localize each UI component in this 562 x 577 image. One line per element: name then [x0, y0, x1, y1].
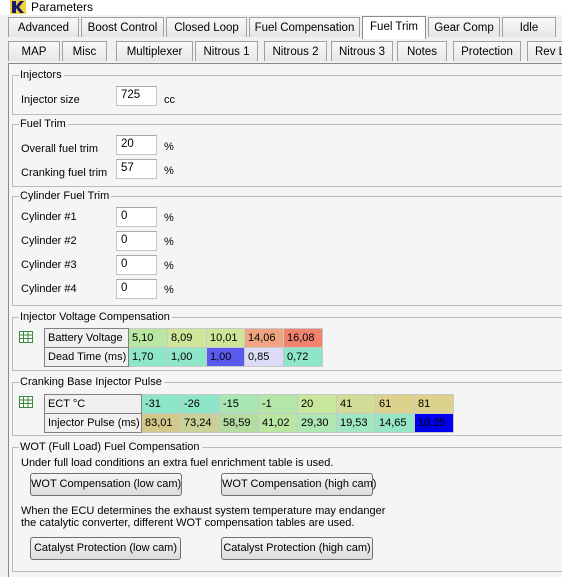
table-cell[interactable]: 10,25 [414, 413, 454, 433]
cranking-pulse-group-title: Cranking Base Injector Pulse [19, 376, 164, 388]
table-cell[interactable]: 20 [297, 394, 337, 414]
cranking-pulse-table: ECT °C -31 -26 -15 -1 20 41 61 81 Inject… [44, 394, 454, 433]
table-cell[interactable]: 1,70 [128, 347, 168, 367]
table-cell[interactable]: -1 [258, 394, 298, 414]
table-cell[interactable]: 58,59 [219, 413, 259, 433]
table-cell[interactable]: -15 [219, 394, 259, 414]
table-row: Injector Pulse (ms) 83,01 73,24 58,59 41… [44, 413, 454, 433]
tab-multiplexer[interactable]: Multiplexer [116, 41, 193, 61]
voltage-comp-table: Battery Voltage 5,10 8,09 10,01 14,06 16… [44, 328, 323, 367]
tab-advanced[interactable]: Advanced [8, 17, 79, 37]
cylinder-2-unit: % [164, 236, 174, 248]
cylinder-4-label: Cylinder #4 [21, 283, 77, 295]
catalyst-high-cam-button[interactable]: Catalyst Protection (high cam) [221, 537, 373, 560]
table-cell[interactable]: 83,01 [141, 413, 181, 433]
cranking-fuel-trim-input[interactable]: 57 [116, 159, 157, 179]
tab-closed-loop[interactable]: Closed Loop [166, 17, 247, 37]
table-cell[interactable]: 14,06 [244, 328, 284, 348]
overall-fuel-trim-label: Overall fuel trim [21, 143, 99, 155]
dead-time-header: Dead Time (ms) [44, 347, 129, 367]
window-title: Parameters [31, 0, 94, 14]
table-cell[interactable]: 16,08 [283, 328, 323, 348]
cylinder-3-label: Cylinder #3 [21, 259, 77, 271]
table-cell[interactable]: 61 [375, 394, 415, 414]
injector-pulse-header: Injector Pulse (ms) [44, 413, 142, 433]
wot-compensation-group-title: WOT (Full Load) Fuel Compensation [19, 441, 202, 453]
table-cell[interactable]: 73,24 [180, 413, 220, 433]
tab-gear-comp[interactable]: Gear Comp [428, 17, 500, 37]
table-cell[interactable]: 0,72 [283, 347, 323, 367]
injector-size-label: Injector size [21, 94, 80, 106]
table-row: Battery Voltage 5,10 8,09 10,01 14,06 16… [44, 328, 323, 348]
table-cell[interactable]: -26 [180, 394, 220, 414]
table-cell[interactable]: 1,00 [206, 347, 245, 367]
tab-misc[interactable]: Misc [62, 41, 107, 61]
cylinder-2-label: Cylinder #2 [21, 235, 77, 247]
tab-rev-limit[interactable]: Rev L [527, 41, 562, 61]
table-cell[interactable]: 10,01 [206, 328, 245, 348]
table-edit-icon[interactable] [19, 331, 33, 343]
table-cell[interactable]: 19,53 [336, 413, 376, 433]
tab-notes[interactable]: Notes [397, 41, 447, 61]
cylinder-1-unit: % [164, 212, 174, 224]
tab-nitrous-2[interactable]: Nitrous 2 [264, 41, 327, 61]
cranking-fuel-trim-label: Cranking fuel trim [21, 167, 108, 179]
table-row: ECT °C -31 -26 -15 -1 20 41 61 81 [44, 394, 454, 414]
overall-fuel-trim-unit: % [164, 141, 174, 153]
fuel-trim-group-title: Fuel Trim [19, 118, 68, 130]
ect-header: ECT °C [44, 394, 142, 414]
table-cell[interactable]: 14,65 [375, 413, 415, 433]
cylinder-1-input[interactable]: 0 [116, 207, 157, 227]
table-cell[interactable]: 41,02 [258, 413, 298, 433]
tab-idle[interactable]: Idle [502, 17, 556, 37]
overall-fuel-trim-input[interactable]: 20 [116, 135, 157, 155]
cylinder-3-unit: % [164, 260, 174, 272]
wot-low-cam-button[interactable]: WOT Compensation (low cam) [30, 473, 182, 496]
cylinder-1-label: Cylinder #1 [21, 211, 77, 223]
tab-fuel-trim[interactable]: Fuel Trim [362, 16, 426, 39]
cylinder-4-input[interactable]: 0 [116, 279, 157, 299]
table-cell[interactable]: 5,10 [128, 328, 168, 348]
tab-nitrous-1[interactable]: Nitrous 1 [195, 41, 258, 61]
table-row: Dead Time (ms) 1,70 1,00 1,00 0,85 0,72 [44, 347, 323, 367]
injector-size-unit: cc [164, 94, 175, 106]
injector-size-input[interactable]: 725 [116, 86, 157, 106]
wot-description: Under full load conditions an extra fuel… [21, 457, 334, 469]
table-cell[interactable]: 41 [336, 394, 376, 414]
injector-voltage-comp-group-title: Injector Voltage Compensation [19, 311, 172, 323]
table-cell[interactable]: 0,85 [244, 347, 284, 367]
tab-map[interactable]: MAP [8, 41, 60, 61]
catalyst-description-line-1: When the ECU determines the exhaust syst… [21, 505, 386, 517]
cranking-fuel-trim-unit: % [164, 165, 174, 177]
tab-nitrous-3[interactable]: Nitrous 3 [331, 41, 393, 61]
table-cell[interactable]: 29,30 [297, 413, 337, 433]
table-cell[interactable]: 1,00 [167, 347, 207, 367]
cylinder-fuel-trim-group [12, 196, 562, 306]
cylinder-2-input[interactable]: 0 [116, 231, 157, 251]
title-bar: Parameters [0, 0, 562, 15]
cylinder-3-input[interactable]: 0 [116, 255, 157, 275]
wot-high-cam-button[interactable]: WOT Compensation (high cam) [221, 473, 376, 496]
table-edit-icon[interactable] [19, 396, 33, 408]
table-cell[interactable]: 81 [414, 394, 454, 414]
app-logo-icon [10, 0, 26, 14]
battery-voltage-header: Battery Voltage [44, 328, 129, 348]
table-cell[interactable]: 8,09 [167, 328, 207, 348]
injectors-group [12, 75, 562, 115]
tab-fuel-compensation[interactable]: Fuel Compensation [249, 17, 360, 37]
table-cell[interactable]: -31 [141, 394, 181, 414]
tab-boost-control[interactable]: Boost Control [81, 17, 164, 37]
catalyst-description-line-2: the catalytic converter, different WOT c… [21, 517, 355, 529]
injectors-group-title: Injectors [19, 69, 64, 81]
tab-protection[interactable]: Protection [453, 41, 521, 61]
cylinder-4-unit: % [164, 284, 174, 296]
cylinder-fuel-trim-group-title: Cylinder Fuel Trim [19, 190, 112, 202]
catalyst-low-cam-button[interactable]: Catalyst Protection (low cam) [30, 537, 181, 560]
